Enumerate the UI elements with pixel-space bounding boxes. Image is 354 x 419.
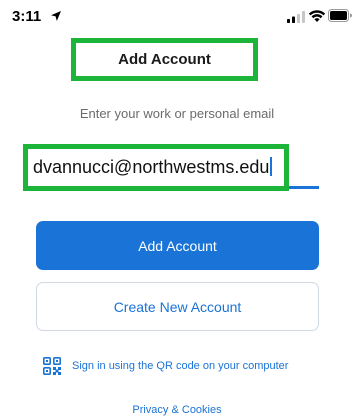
title-highlight-box bbox=[71, 38, 258, 81]
email-field[interactable]: dvannucci@northwestms.edu bbox=[33, 157, 273, 178]
add-account-screen: 3:11 Add Account Enter your work or pers… bbox=[0, 0, 354, 419]
qr-sign-in-label: Sign in using the QR code on your comput… bbox=[72, 360, 289, 372]
status-bar: 3:11 bbox=[0, 0, 354, 30]
add-account-button-label: Add Account bbox=[138, 237, 217, 254]
wifi-icon bbox=[308, 10, 326, 22]
privacy-cookies-link[interactable]: Privacy & Cookies bbox=[0, 404, 354, 416]
email-field-value: dvannucci@northwestms.edu bbox=[33, 157, 270, 177]
create-new-account-button[interactable]: Create New Account bbox=[36, 282, 319, 331]
qr-sign-in-link[interactable]: Sign in using the QR code on your comput… bbox=[43, 356, 288, 376]
create-new-account-button-label: Create New Account bbox=[113, 298, 242, 315]
status-time: 3:11 bbox=[12, 8, 42, 25]
add-account-button[interactable]: Add Account bbox=[36, 221, 319, 270]
email-instruction: Enter your work or personal email bbox=[79, 106, 275, 121]
qr-code-icon bbox=[43, 357, 61, 375]
text-cursor bbox=[270, 157, 273, 176]
battery-icon bbox=[328, 9, 352, 22]
location-arrow-icon bbox=[51, 11, 61, 21]
cellular-signal-icon bbox=[287, 11, 305, 23]
